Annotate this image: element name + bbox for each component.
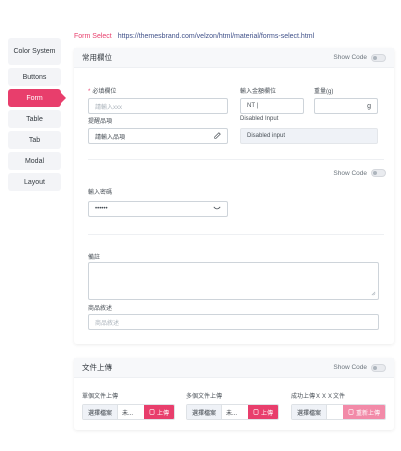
password-input[interactable]: •••••• <box>88 201 228 217</box>
sidebar-item-modal[interactable]: Modal <box>8 152 61 170</box>
toggle-switch[interactable] <box>371 363 386 372</box>
sidebar-item-tab[interactable]: Tab <box>8 131 61 149</box>
sidebar-item-form[interactable]: Form <box>8 89 66 107</box>
multi-upload-label: 多個文件上傳 <box>186 394 223 400</box>
upload-icon <box>253 409 259 415</box>
sidebar-item-label: Color System <box>13 48 56 55</box>
sidebar-item-label: Form <box>26 94 43 102</box>
required-input[interactable]: 請輸入xxx <box>88 98 228 114</box>
weight-field-label: 重量(g) <box>314 89 334 95</box>
amount-input[interactable]: NT | <box>240 98 304 114</box>
card-title: 常用欄位 <box>82 53 112 62</box>
sidebar-item-label: Modal <box>24 157 45 165</box>
hint-field-label: 提醒品項 <box>88 119 113 125</box>
page-breadcrumb: Form Select https://themesbrand.com/velz… <box>74 33 314 40</box>
hint-input[interactable]: 請輸入品項 <box>88 128 228 144</box>
sidebar-item-color-system[interactable]: Color System <box>8 38 61 65</box>
card-header: 文件上傳 Show Code <box>74 358 394 378</box>
show-code-toggle[interactable]: Show Code <box>333 53 386 62</box>
file-name: 未... <box>122 410 134 417</box>
common-fields-card: 常用欄位 Show Code * 必填欄位 請輸入xxx 輸入金額欄位 NT | … <box>74 48 394 344</box>
single-upload-label: 單個文件上傳 <box>82 394 119 400</box>
sidebar-item-label: Buttons <box>22 73 47 81</box>
success-upload-label: 成功上傳ＸＸＸ文件 <box>291 394 346 400</box>
sidebar: Color System Buttons Form Table Tab Moda… <box>8 38 66 194</box>
card-title: 文件上傳 <box>82 363 112 372</box>
sidebar-item-label: Table <box>26 115 43 123</box>
upload-button[interactable]: 上傳 <box>143 405 174 419</box>
file-name <box>327 405 343 419</box>
choose-files-button[interactable]: 選擇檔案 <box>187 405 223 419</box>
resize-handle-icon[interactable] <box>371 291 376 298</box>
disabled-input: Disabled input <box>240 128 378 144</box>
divider <box>88 234 384 235</box>
show-code-toggle[interactable]: Show Code <box>333 363 386 372</box>
password-field-label: 輸入密碼 <box>88 190 113 196</box>
show-code-label: Show Code <box>333 169 367 177</box>
upload-icon <box>149 409 155 415</box>
card-header: 常用欄位 Show Code <box>74 48 394 68</box>
description-input[interactable]: 商品敘述 <box>88 314 379 330</box>
show-code-label: Show Code <box>333 364 367 371</box>
sidebar-item-label: Tab <box>28 136 41 144</box>
note-textarea[interactable] <box>88 262 379 300</box>
reference-link[interactable]: https://themesbrand.com/velzon/html/mate… <box>118 33 314 40</box>
file-upload-card: 文件上傳 Show Code 單個文件上傳 選擇檔案 未... 上傳 多個文件上… <box>74 358 394 430</box>
toggle-switch[interactable] <box>371 53 386 62</box>
upload-button[interactable]: 上傳 <box>247 405 278 419</box>
page-title: Form Select <box>74 33 112 40</box>
required-field-label: * 必填欄位 <box>88 89 117 95</box>
pencil-icon <box>214 131 221 141</box>
choose-file-button[interactable]: 選擇檔案 <box>83 405 119 419</box>
toggle-switch[interactable] <box>371 169 386 177</box>
file-name: 未... <box>226 410 238 417</box>
note-field-label: 備註 <box>88 255 101 261</box>
amount-field-label: 輸入金額欄位 <box>240 89 277 95</box>
sidebar-item-buttons[interactable]: Buttons <box>8 68 61 86</box>
single-upload-control: 選擇檔案 未... 上傳 <box>82 404 175 420</box>
reupload-button[interactable]: 重新上傳 <box>342 405 385 419</box>
show-code-label: Show Code <box>333 54 367 61</box>
sidebar-item-table[interactable]: Table <box>8 110 61 128</box>
upload-icon <box>348 409 354 415</box>
multi-upload-control: 選擇檔案 未... 上傳 <box>186 404 279 420</box>
weight-unit: g <box>367 102 371 110</box>
divider <box>88 159 384 160</box>
show-code-toggle-2[interactable]: Show Code <box>333 169 386 177</box>
choose-file-button[interactable]: 選擇檔案 <box>292 405 328 419</box>
sidebar-item-layout[interactable]: Layout <box>8 173 61 191</box>
success-upload-control: 選擇檔案 重新上傳 <box>291 404 386 420</box>
description-field-label: 商品敘述 <box>88 306 113 312</box>
weight-input[interactable]: g <box>314 98 378 114</box>
sidebar-item-label: Layout <box>23 178 46 186</box>
disabled-field-label: Disabled Input <box>240 116 279 122</box>
eye-icon[interactable] <box>213 206 221 213</box>
